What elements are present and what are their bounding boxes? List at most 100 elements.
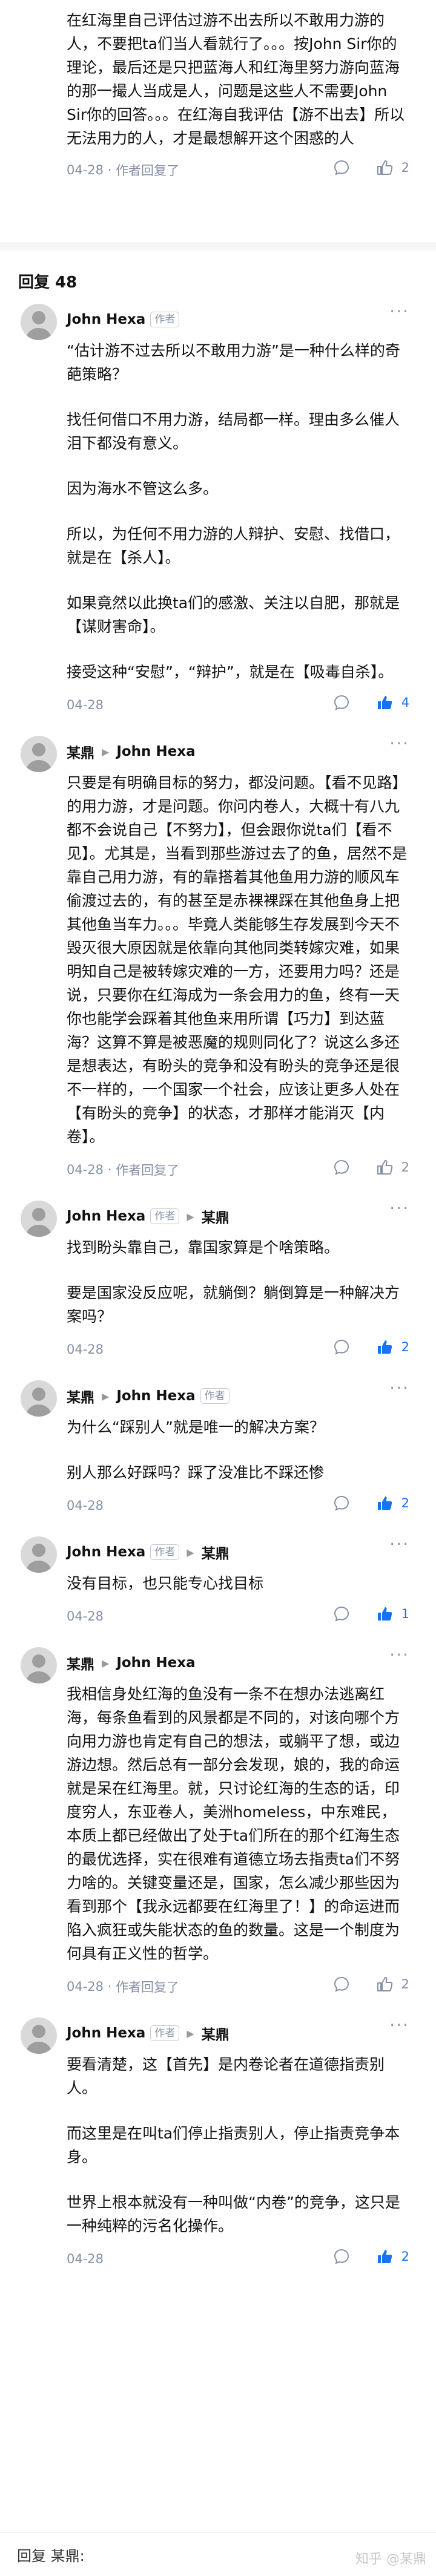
more-options-icon[interactable]: ··· xyxy=(389,1198,409,1218)
reply-to-author[interactable]: 某鼎 xyxy=(202,2023,230,2043)
avatar[interactable] xyxy=(21,1536,57,1573)
reply-arrow-icon: ▶ xyxy=(187,2027,194,2039)
comment-date: 04-28 xyxy=(67,2252,104,2266)
reply-icon[interactable] xyxy=(332,1338,351,1356)
reply-to-author[interactable]: 某鼎 xyxy=(202,1542,230,1562)
author-replied-label: 作者回复了 xyxy=(116,1980,180,1994)
comment-author[interactable]: 某鼎 xyxy=(67,1653,94,1673)
section-divider xyxy=(0,242,436,251)
comment-meta: 04-28 · 作者回复了 2 xyxy=(67,1975,409,1998)
more-options-icon[interactable]: ··· xyxy=(389,301,409,321)
avatar[interactable] xyxy=(21,2017,57,2054)
more-options-icon[interactable]: ··· xyxy=(389,1534,409,1554)
comment-paragraph: 接受这种“安慰”，“辩护”，就是在【吸毒自杀】。 xyxy=(67,663,394,681)
comment-author[interactable]: 某鼎 xyxy=(67,1386,94,1406)
comment-paragraph: 世界上根本就没有一种叫做“内卷”的竞争，这只是一种纯粹的污名化操作。 xyxy=(67,2194,400,2235)
comment: John Hexa 作者 ▶ 某鼎 ··· 要看清楚，这【首先】是内卷论者在道德指责别… xyxy=(0,2013,436,2285)
reply-input-placeholder[interactable]: 回复 某鼎: xyxy=(17,2544,85,2565)
reply-icon[interactable] xyxy=(332,1605,351,1623)
author-replied-label: 作者回复了 xyxy=(116,163,180,178)
reply-icon[interactable] xyxy=(332,159,351,177)
comment-date: 04-28 xyxy=(67,1498,104,1513)
thumbs-up-icon xyxy=(377,2250,392,2263)
comment: 某鼎 ▶ John Hexa ··· 我相信身处红海的鱼没有一条不在想办法逃离红海，… xyxy=(0,1642,436,2013)
like-button[interactable]: 2 xyxy=(376,1339,409,1355)
reply-icon[interactable] xyxy=(332,693,351,712)
reply-icon[interactable] xyxy=(332,1494,351,1512)
comment-paragraph: 找到盼头靠自己，靠国家算是个啥策略。 xyxy=(67,1239,340,1256)
reply-arrow-icon: ▶ xyxy=(187,1546,194,1558)
avatar[interactable] xyxy=(21,1201,57,1237)
comment: 某鼎 ▶ John Hexa 作者 ··· 为什么“踩别人”就是唯一的解决方案？ 别人那… xyxy=(0,1375,436,1532)
comment-meta: 04-28 2 xyxy=(67,1494,409,1517)
comment-author[interactable]: 某鼎 xyxy=(67,741,94,762)
avatar[interactable] xyxy=(21,736,57,772)
thumbs-up-icon xyxy=(377,1160,392,1175)
comment-meta: 04-28 4 xyxy=(67,693,409,716)
comment-meta: 04-28 2 xyxy=(67,2247,409,2270)
comment-author[interactable]: John Hexa xyxy=(67,1208,145,1224)
comment-author[interactable]: John Hexa xyxy=(67,1544,145,1560)
comment-content: 找到盼头靠自己，靠国家算是个啥策略。 要是国家没反应呢，就躺倒？躺倒算是一种解决方… xyxy=(67,1236,409,1328)
thumbs-up-icon xyxy=(377,696,392,709)
like-count: 1 xyxy=(401,1607,409,1621)
comment-content: “估计游不过去所以不敢用力游”是一种什么样的奇葩策略？ 找任何借口不用力游，结局都… xyxy=(67,339,409,684)
comment-paragraph: 我相信身处红海的鱼没有一条不在想办法逃离红海，每条鱼看到的风景都是不同的，对该向… xyxy=(67,1685,400,1962)
thumbs-up-icon xyxy=(377,1607,392,1621)
comment-header: John Hexa 作者 ▶ 某鼎 xyxy=(67,2019,409,2048)
reply-to-author[interactable]: John Hexa xyxy=(116,1388,195,1404)
author-badge: 作者 xyxy=(150,312,180,327)
comment-content: 为什么“踩别人”就是唯一的解决方案？ 别人那么好踩吗？踩了没准比不踩还惨 xyxy=(67,1415,409,1484)
like-button[interactable]: 2 xyxy=(376,1976,409,1993)
like-button[interactable]: 2 xyxy=(376,1159,409,1176)
like-count: 2 xyxy=(401,1160,409,1175)
like-button[interactable]: 2 xyxy=(376,2248,409,2265)
top-reply-content: 在红海里自己评估过游不出去所以不敢用力游的人，不要把ta们当人看就行了。。。按J… xyxy=(67,11,405,147)
reply-icon[interactable] xyxy=(332,1975,351,1993)
comment-header: 某鼎 ▶ John Hexa xyxy=(67,1648,409,1677)
author-badge: 作者 xyxy=(150,1544,180,1560)
comment-header: John Hexa 作者 ▶ 某鼎 xyxy=(67,1538,409,1567)
top-reply: 在红海里自己评估过游不出去所以不敢用力游的人，不要把ta们当人看就行了。。。按J… xyxy=(0,0,436,242)
comment-list: John Hexa 作者 ··· “估计游不过去所以不敢用力游”是一种什么样的奇葩… xyxy=(0,299,436,2285)
thumbs-up-icon xyxy=(377,1977,392,1991)
comment-date: 04-28 xyxy=(67,1609,104,1624)
avatar[interactable] xyxy=(21,1647,57,1683)
reply-arrow-icon: ▶ xyxy=(102,746,110,758)
comment-author[interactable]: John Hexa xyxy=(67,312,145,327)
comment-paragraph: 找任何借口不用力游，结局都一样。理由多么催人泪下都没有意义。 xyxy=(67,411,400,452)
reply-to-author[interactable]: 某鼎 xyxy=(202,1206,230,1227)
avatar[interactable] xyxy=(21,304,57,340)
avatar[interactable] xyxy=(21,1380,57,1417)
comment-paragraph: 只要是有明确目标的努力，都没问题。【看不见路】的用力游，才是问题。你问内卷人，大… xyxy=(67,774,408,1145)
comment: 某鼎 ▶ John Hexa ··· 只要是有明确目标的努力，都没问题。【看不见路】… xyxy=(0,731,436,1196)
comment: John Hexa 作者 ▶ 某鼎 ··· 找到盼头靠自己，靠国家算是个啥策略。 要是国… xyxy=(0,1196,436,1375)
comment: John Hexa 作者 ··· “估计游不过去所以不敢用力游”是一种什么样的奇葩… xyxy=(0,299,436,731)
more-options-icon[interactable]: ··· xyxy=(389,1378,409,1398)
more-options-icon[interactable]: ··· xyxy=(389,1645,409,1665)
comment-paragraph: 如果竟然以此换ta们的感激、关注以自肥，那就是【谋财害命】。 xyxy=(67,594,400,635)
comment-paragraph: 为什么“踩别人”就是唯一的解决方案？ xyxy=(67,1418,325,1436)
comment-date: 04-28 xyxy=(67,1979,104,1994)
comment-paragraph: 而这里是在叫ta们停止指责别人，停止指责竞争本身。 xyxy=(67,2125,400,2166)
more-options-icon[interactable]: ··· xyxy=(389,2015,409,2035)
like-button[interactable]: 2 xyxy=(376,159,409,176)
more-options-icon[interactable]: ··· xyxy=(389,733,409,753)
author-badge: 作者 xyxy=(150,1208,180,1224)
like-count: 4 xyxy=(401,695,409,710)
reply-arrow-icon: ▶ xyxy=(102,1657,110,1669)
like-button[interactable]: 2 xyxy=(376,1495,409,1512)
comment-paragraph: 别人那么好踩吗？踩了没准比不踩还惨 xyxy=(67,1464,325,1481)
comment-date: 04-28 xyxy=(67,1162,104,1177)
like-button[interactable]: 1 xyxy=(376,1605,409,1622)
like-count: 2 xyxy=(401,1496,409,1510)
reply-icon[interactable] xyxy=(332,1158,351,1176)
comment-content: 只要是有明确目标的努力，都没问题。【看不见路】的用力游，才是问题。你问内卷人，大… xyxy=(67,771,409,1149)
reply-icon[interactable] xyxy=(332,2247,351,2266)
like-button[interactable]: 4 xyxy=(376,694,409,711)
reply-to-author[interactable]: John Hexa xyxy=(116,1655,195,1671)
comment-header: John Hexa 作者 xyxy=(67,305,409,334)
reply-to-author[interactable]: John Hexa xyxy=(116,744,195,759)
comment-author[interactable]: John Hexa xyxy=(67,2025,145,2041)
author-replied-label: 作者回复了 xyxy=(116,1163,180,1178)
